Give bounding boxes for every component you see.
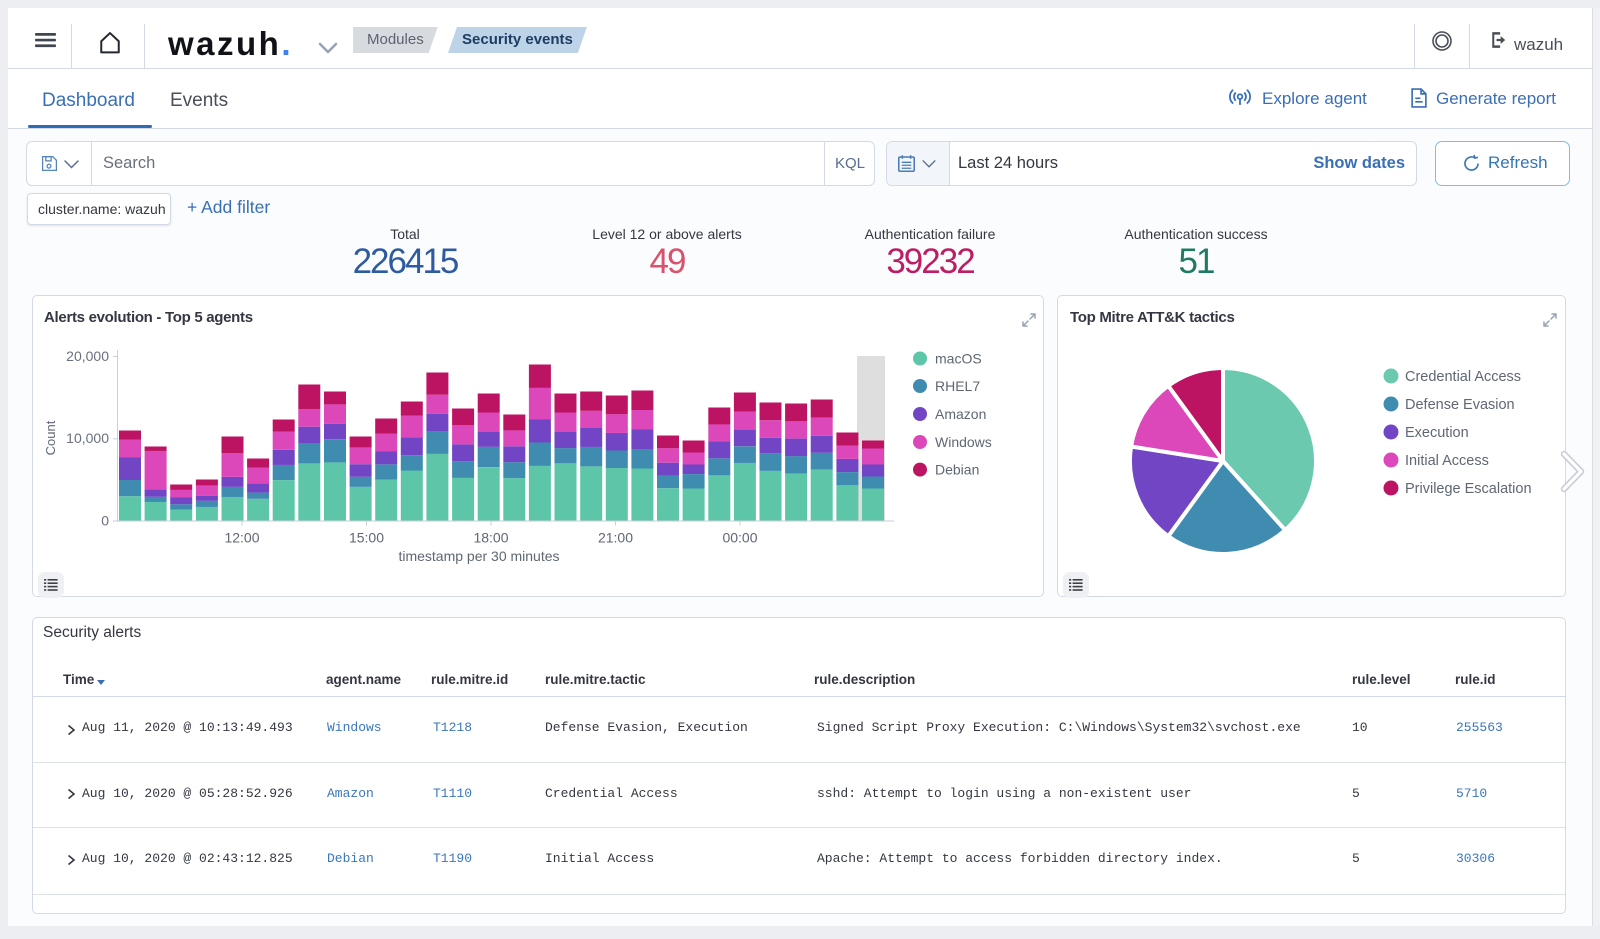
svg-text:00:00: 00:00 [722, 530, 757, 546]
svg-text:Privilege Escalation: Privilege Escalation [1405, 481, 1532, 497]
svg-text:15:00: 15:00 [349, 530, 384, 546]
svg-text:Windows: Windows [935, 434, 992, 450]
svg-text:12:00: 12:00 [224, 530, 259, 546]
svg-text:10,000: 10,000 [66, 430, 109, 446]
svg-text:Count: Count [43, 420, 58, 455]
svg-text:21:00: 21:00 [598, 530, 633, 546]
svg-text:Debian: Debian [935, 462, 979, 478]
svg-text:18:00: 18:00 [473, 530, 508, 546]
svg-text:Initial Access: Initial Access [1405, 453, 1489, 469]
svg-text:Defense Evasion: Defense Evasion [1405, 397, 1515, 413]
svg-text:Execution: Execution [1405, 425, 1469, 441]
svg-text:timestamp per 30 minutes: timestamp per 30 minutes [398, 548, 559, 564]
svg-text:macOS: macOS [935, 351, 982, 367]
svg-text:20,000: 20,000 [66, 348, 109, 364]
svg-text:Credential Access: Credential Access [1405, 369, 1521, 385]
svg-text:0: 0 [101, 513, 109, 529]
svg-text:Amazon: Amazon [935, 406, 986, 422]
svg-text:RHEL7: RHEL7 [935, 378, 980, 394]
